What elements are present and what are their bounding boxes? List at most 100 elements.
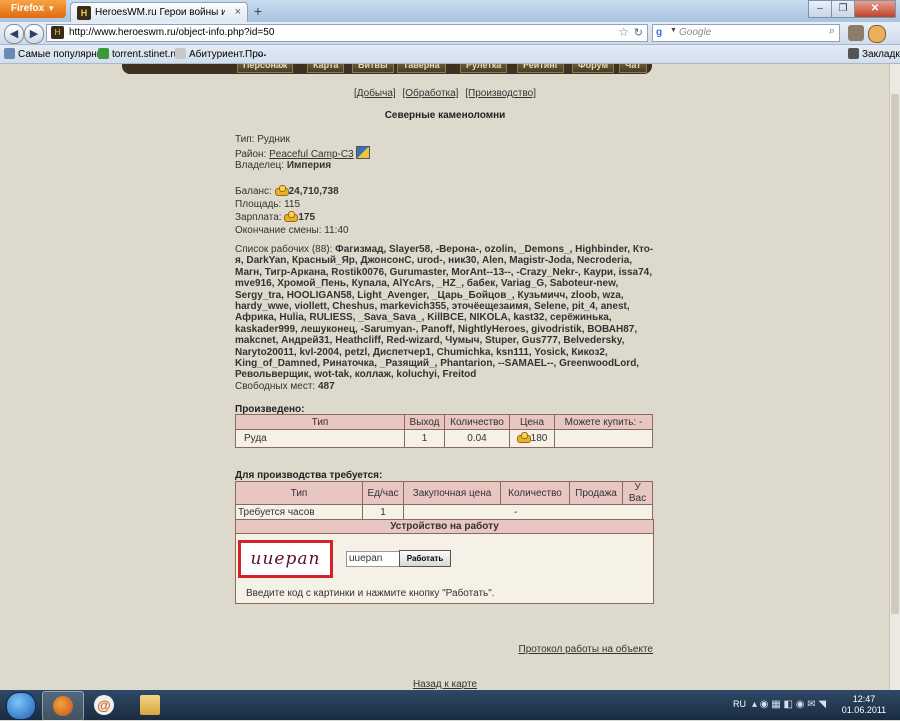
forward-button[interactable]: ▶ <box>24 24 44 44</box>
new-tab-button[interactable]: + <box>250 3 266 19</box>
system-tray-icons[interactable]: ▴ ◉ ▦ ◧ ◉ ✉ ◥ <box>752 699 826 710</box>
bookmark-most-visited[interactable]: Самые популярные <box>4 48 110 60</box>
clock[interactable]: 12:47 01.06.2011 <box>835 694 893 716</box>
cell-quantity: 0.04 <box>444 429 510 448</box>
back-button[interactable]: ◀ <box>4 24 24 44</box>
area-value: 115 <box>284 199 301 210</box>
header-quantity: Количество <box>444 414 510 430</box>
taskbar-explorer[interactable] <box>130 691 170 719</box>
windows-taskbar: @ RU ▴ ◉ ▦ ◧ ◉ ✉ ◥ 12:47 01.06.2011 <box>0 690 900 721</box>
firefox-menu-button[interactable]: Firefox ▼ <box>0 0 66 18</box>
bookmark-overflow[interactable]: ... <box>258 48 266 59</box>
window-controls: – ❐ ✕ <box>808 0 896 18</box>
menu-battles[interactable]: Битвы <box>352 64 394 73</box>
type-value: Рудник <box>257 134 290 145</box>
tab-heroeswm[interactable]: H HeroesWM.ru Герои войны и денег. О... … <box>70 2 248 23</box>
required-title: Для производства требуется: <box>235 470 383 481</box>
produced-table: Тип Выход Количество Цена Можете купить:… <box>235 414 653 448</box>
search-engine-dropdown-icon[interactable]: ▼ <box>670 27 677 34</box>
captcha-hint: Введите код с картинки и нажмите кнопку … <box>246 588 495 599</box>
bookmark-abiturient[interactable]: Абитуриент.Про <box>175 48 263 60</box>
chevron-down-icon: ▼ <box>47 4 56 13</box>
search-bar[interactable]: g ▼ Google ⌕ <box>652 24 840 42</box>
home-icon[interactable] <box>848 25 864 41</box>
shift-label: Окончание смены: <box>235 225 322 236</box>
link-extraction[interactable]: [Добыча] <box>354 88 396 99</box>
object-info: Тип: Рудник Район: Peaceful Camp-C3 Влад… <box>235 133 655 237</box>
close-tab-icon[interactable]: × <box>235 6 241 18</box>
balance-row: Баланс: 24,710,738 <box>235 185 655 198</box>
taskbar-firefox[interactable] <box>42 691 84 721</box>
work-button[interactable]: Работать <box>399 550 451 567</box>
scrollbar-thumb[interactable] <box>891 94 899 614</box>
menu-forum[interactable]: Форум <box>572 64 615 73</box>
clock-time: 12:47 <box>852 694 876 704</box>
free-places-label: Свободных мест: <box>235 380 316 392</box>
taskbar-mail-agent[interactable]: @ <box>84 691 124 719</box>
bookmarks-menu-label: Закладки <box>862 49 900 60</box>
table-row: Требуется часов 1 - <box>235 504 653 520</box>
page-content: Персонаж Карта Битвы Таверна Рулетка Рей… <box>0 64 900 690</box>
bookmark-folder-icon <box>4 48 15 59</box>
owner-value: Империя <box>286 160 332 171</box>
shift-row: Окончание смены: 11:40 <box>235 224 655 237</box>
site-identity-icon: H <box>51 26 64 39</box>
url-text: http://www.heroeswm.ru/object-info.php?i… <box>69 27 275 38</box>
addon-icon[interactable] <box>868 25 886 43</box>
bookmarks-menu-button[interactable]: Закладки <box>848 48 900 60</box>
bookmark-star-icon[interactable]: ☆ <box>618 25 629 39</box>
shift-value: 11:40 <box>324 225 349 236</box>
captcha-input[interactable]: uuepan <box>346 551 400 567</box>
url-bar[interactable]: H http://www.heroeswm.ru/object-info.php… <box>46 24 648 42</box>
cell-price: 180 <box>509 429 555 448</box>
balance-label: Баланс: <box>235 186 272 197</box>
page-title: Северные каменоломни <box>384 110 506 121</box>
area-row: Площадь: 115 <box>235 198 655 211</box>
link-production[interactable]: [Производство] <box>465 88 536 99</box>
workers-list: Список рабочих (88): Фагизмад, Slayer58,… <box>235 244 655 392</box>
close-window-button[interactable]: ✕ <box>854 0 896 18</box>
balance-value: 24,710,738 <box>288 186 339 197</box>
employment-form: Устройство на работу uuepan uuepan Работ… <box>235 519 654 604</box>
table-header-row: Тип Выход Количество Цена Можете купить:… <box>235 414 653 430</box>
cell-per-hour: 1 <box>362 504 404 520</box>
page-scrollbar[interactable] <box>889 64 900 690</box>
title-bar: Firefox▼ H HeroesWM.ru Герои войны и ден… <box>0 0 900 23</box>
employment-title: Устройство на работу <box>236 520 653 534</box>
bookmark-torrent[interactable]: torrent.stinet.ru <box>98 48 179 60</box>
owner-label: Владелец: <box>235 160 285 171</box>
language-indicator[interactable]: RU <box>733 699 746 709</box>
gold-icon <box>284 211 299 222</box>
header-quantity: Количество <box>500 481 570 505</box>
back-to-map-link[interactable]: Назад к карте <box>0 679 890 690</box>
area-label: Площадь: <box>235 199 282 210</box>
bookmarks-icon <box>848 48 859 59</box>
work-protocol-link[interactable]: Протокол работы на объекте <box>519 644 653 655</box>
menu-rating[interactable]: Рейтинг <box>517 64 565 73</box>
link-processing[interactable]: [Обработка] <box>402 88 458 99</box>
torrent-favicon-icon <box>98 48 109 59</box>
start-button[interactable] <box>6 692 36 720</box>
reload-icon[interactable]: ↻ <box>634 26 643 39</box>
menu-roulette[interactable]: Рулетка <box>460 64 508 73</box>
header-price: Цена <box>509 414 555 430</box>
menu-chat[interactable]: Чат <box>619 64 647 73</box>
faction-flag-icon <box>355 146 370 159</box>
required-table: Тип Ед/час Закупочная цена Количество Пр… <box>235 481 653 520</box>
maximize-button[interactable]: ❐ <box>831 0 855 18</box>
page-icon <box>175 48 186 59</box>
menu-tavern[interactable]: Таверна <box>397 64 446 73</box>
gold-icon <box>516 432 531 443</box>
minimize-button[interactable]: – <box>808 0 832 18</box>
table-row: Руда 1 0.04 180 <box>235 429 653 448</box>
folder-icon <box>140 695 160 715</box>
tab-title: HeroesWM.ru Герои войны и денег. О... <box>95 7 225 18</box>
menu-map[interactable]: Карта <box>307 64 345 73</box>
cell-type: Руда <box>235 429 405 448</box>
search-icon[interactable]: ⌕ <box>829 25 835 38</box>
header-can-buy: Можете купить: - <box>554 414 653 430</box>
salary-row: Зарплата: 175 <box>235 211 655 224</box>
google-icon[interactable]: g <box>656 26 670 39</box>
header-output: Выход <box>404 414 445 430</box>
menu-character[interactable]: Персонаж <box>237 64 294 73</box>
